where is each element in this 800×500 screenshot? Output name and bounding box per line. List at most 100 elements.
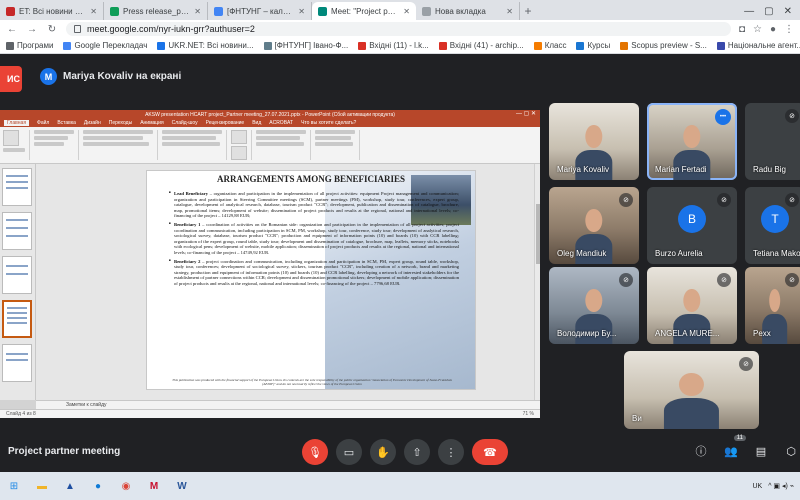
bookmark-item[interactable]: Вхідні (41) - archip... [438,41,524,50]
bookmark-item[interactable]: Scopus preview - S... [620,41,707,50]
slide-thumbnail[interactable] [2,344,32,382]
bookmark-icon [576,41,585,50]
participant-tile[interactable]: ⊘ Володимир Бу... [549,267,639,344]
presenting-indicator[interactable]: ИС [0,66,22,92]
close-icon[interactable]: ✕ [506,7,513,16]
participant-tile[interactable]: ⊘ Ви [624,351,759,429]
ppt-tab[interactable]: Файл [37,120,49,126]
ppt-tab[interactable]: Что вы хотите сделать? [301,120,356,126]
participant-tile[interactable]: ⊘ Oleg Mandiuk [549,187,639,264]
ppt-window-title: AKSW presentation HCART project_Partner … [145,111,395,118]
participant-tile[interactable]: ⊘ ANGELA MURE... [647,267,737,344]
bookmark-icon [157,41,166,50]
reload-icon[interactable]: ↻ [46,24,58,35]
bookmark-item[interactable]: Курсы [576,41,610,50]
camera-in-use-icon[interactable]: ◘ [739,24,745,35]
zoom-level[interactable]: 71 % [523,411,534,417]
participant-name: Marian Fertadi [655,165,707,174]
forward-icon[interactable]: → [26,24,38,35]
participant-tile[interactable]: B ⊘ Burzo Aurelia [647,187,737,264]
close-icon[interactable]: ✕ [90,7,97,16]
ppt-tab[interactable]: Рецензирование [206,120,245,126]
bullet-lead: Lead Beneficiary [174,191,209,196]
tab[interactable]: Нова вкладка ✕ [416,2,520,20]
ppt-tab[interactable]: Дизайн [84,120,101,126]
bookmark-item[interactable]: Програми [6,41,53,50]
bookmark-item[interactable]: UKR.NET: Всі новини... [157,41,254,50]
new-tab-button[interactable]: + [520,2,536,20]
bookmark-item[interactable]: Класс [533,41,566,50]
bookmark-icon [263,41,272,50]
slide-thumbnail[interactable] [2,168,32,206]
more-options-button[interactable]: ⋮ [438,439,464,465]
tray-icons[interactable]: ^ ▣ ◂) ⌁ [768,482,794,490]
participant-tile[interactable]: ••• Marian Fertadi [647,103,737,180]
ppt-tab[interactable]: Вставка [57,120,76,126]
ppt-tab[interactable]: ACROBAT [269,120,293,126]
close-icon[interactable]: ✕ [403,7,410,16]
participant-tile[interactable]: ⊘ Pexx [745,267,800,344]
more-options-icon[interactable]: ••• [715,109,731,125]
people-button[interactable]: 👥 11 [722,435,746,460]
menu-icon[interactable]: ⋮ [784,24,794,35]
tab-active[interactable]: Meet: "Project partner meeti ✕ [312,2,416,20]
chat-button[interactable]: ▤ [752,442,770,460]
browser-tab-strip: ET: Всі новини України, о✕Press release_… [0,0,800,20]
ppt-tab-home[interactable]: Главная [4,120,30,126]
mic-off-button[interactable]: 🎙 [302,439,328,465]
slide-thumbnail[interactable] [2,256,32,294]
tab[interactable]: Press release_project partner m ✕ [104,2,208,20]
participant-name: Ви [632,414,642,423]
address-bar[interactable]: meet.google.com/nyr-iukn-grr?authuser=2 [66,22,731,36]
mcafee-icon[interactable]: M [144,476,164,496]
close-icon[interactable]: ✕ [194,7,201,16]
slide-thumbnail-selected[interactable] [2,300,32,338]
file-explorer-icon[interactable]: ▬ [32,476,52,496]
participant-tile[interactable]: Mariya Kovaliv [549,103,639,180]
close-icon[interactable]: ✕ [298,7,305,16]
ppt-tab[interactable]: Анимация [140,120,163,126]
bookmark-icon [358,41,367,50]
bookmark-item[interactable]: Національне агент... [716,41,800,50]
shield-icon[interactable]: ▲ [60,476,80,496]
activities-button[interactable]: ⬡ [782,442,800,460]
minimize-icon[interactable]: — [744,6,754,17]
star-icon[interactable]: ☆ [753,24,762,35]
tab-title: [ФНТУНГ – календар - вівторок [227,6,294,16]
favicon-icon [214,6,223,16]
bookmark-item[interactable]: Google Перекладач [63,41,147,50]
tab[interactable]: [ФНТУНГ – календар - вівторок ✕ [208,2,312,20]
info-button[interactable]: ⓘ [692,442,710,460]
camera-button[interactable]: ▭ [336,439,362,465]
word-icon[interactable]: W [172,476,192,496]
slide-bullet: Lead Beneficiary – organization and part… [169,191,459,219]
ppt-tab[interactable]: Переходы [109,120,132,126]
participant-tile[interactable]: T ⊘ Tetiana Makov [745,187,800,264]
tab-title: Meet: "Project partner meeti [331,6,399,16]
bookmark-item[interactable]: [ФНТУНГ] Івано-Ф... [263,41,348,50]
bookmark-item[interactable]: Вхідні (11) - l.k... [358,41,429,50]
info-icon: ⓘ [695,446,707,458]
maximize-icon[interactable]: ▢ [764,6,773,17]
back-icon[interactable]: ← [6,24,18,35]
profile-icon[interactable]: ● [770,24,776,35]
leave-call-button[interactable]: ☎ [472,439,508,465]
close-window-icon[interactable]: ✕ [784,6,792,17]
tab[interactable]: ET: Всі новини України, о ✕ [0,2,104,20]
present-icon: ⇧ [412,446,422,459]
mic-off-icon: 🎙 [308,446,322,459]
raise-hand-button[interactable]: ✋ [370,439,396,465]
ppt-tab[interactable]: Вид [252,120,261,126]
slide-thumbnail[interactable] [2,212,32,250]
language-indicator[interactable]: UK [752,483,762,490]
notes-pane[interactable]: Заметки к слайду [36,400,540,409]
chrome-icon[interactable]: ◉ [116,476,136,496]
participant-tile[interactable]: ⊘ Radu Big [745,103,800,180]
slide-scrollbar[interactable] [534,164,540,400]
url-text: meet.google.com/nyr-iukn-grr?authuser=2 [87,24,255,34]
favicon-icon [110,6,119,16]
present-button[interactable]: ⇧ [404,439,430,465]
windows-start-icon[interactable]: ⊞ [4,476,24,496]
ppt-tab[interactable]: Слайд-шоу [172,120,198,126]
edge-icon[interactable]: ● [88,476,108,496]
